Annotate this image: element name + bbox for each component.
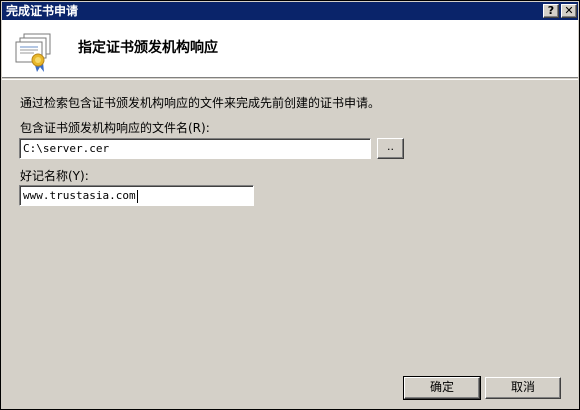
- complete-certificate-request-dialog: 完成证书申请 ? ✕ 指定证书颁发机构响应 通过检索包含证书颁发机构响应的文件来…: [0, 0, 580, 410]
- friendly-name-input[interactable]: www.trustasia.com: [19, 185, 254, 206]
- browse-button[interactable]: ..: [377, 138, 404, 159]
- file-name-label: 包含证书颁发机构响应的文件名(R):: [20, 121, 210, 135]
- page-title: 指定证书颁发机构响应: [78, 40, 218, 56]
- ok-button[interactable]: 确定: [403, 376, 481, 400]
- friendly-name-label: 好记名称(Y):: [20, 169, 89, 183]
- cancel-button[interactable]: 取消: [485, 377, 561, 399]
- help-button[interactable]: ?: [543, 4, 559, 18]
- wizard-header: 指定证书颁发机构响应: [2, 20, 578, 78]
- close-button[interactable]: ✕: [561, 4, 577, 18]
- window-title: 完成证书申请: [6, 4, 79, 18]
- friendly-name-value: www.trustasia.com: [23, 189, 136, 202]
- certificate-icon: [15, 33, 51, 72]
- ok-button-label: 确定: [429, 380, 454, 394]
- header-divider: [2, 79, 578, 80]
- file-name-input[interactable]: C:\server.cer: [19, 138, 371, 159]
- title-bar[interactable]: 完成证书申请 ? ✕: [2, 2, 578, 20]
- text-caret: [136, 189, 138, 203]
- description-text: 通过检索包含证书颁发机构响应的文件来完成先前创建的证书申请。: [20, 96, 381, 110]
- cancel-button-label: 取消: [510, 380, 535, 394]
